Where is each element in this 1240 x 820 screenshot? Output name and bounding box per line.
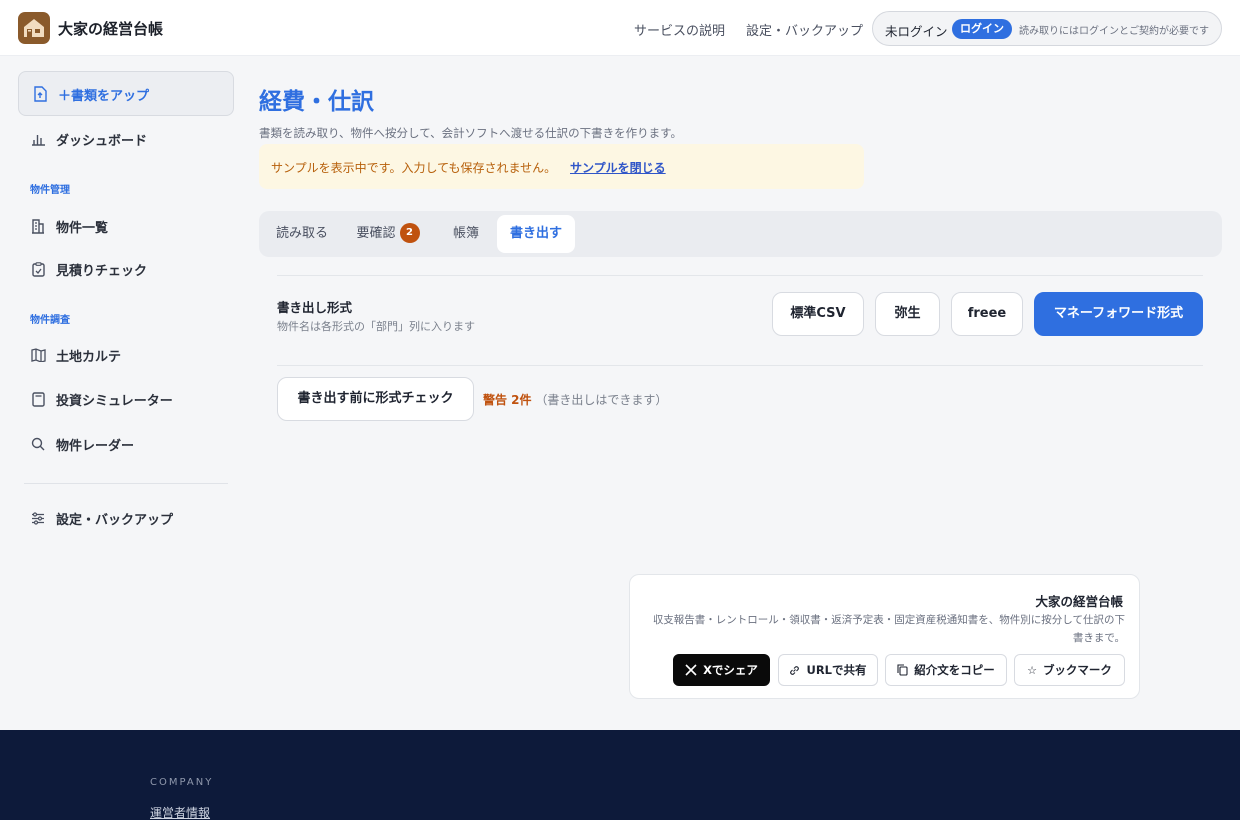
footer-operator-info-link[interactable]: 運営者情報 (150, 804, 210, 820)
sliders-icon (30, 510, 46, 526)
format-freee-button[interactable]: freee (951, 292, 1023, 336)
share-x-button[interactable]: Xでシェア (673, 654, 770, 686)
login-status: 未ログイン (885, 24, 948, 39)
upload-documents-button[interactable]: ＋書類をアップ (18, 71, 234, 116)
copy-intro-button[interactable]: 紹介文をコピー (885, 654, 1007, 686)
close-sample-link[interactable]: サンプルを閉じる (570, 159, 666, 176)
app-name[interactable]: 大家の経営台帳 (58, 18, 163, 39)
tab-read[interactable]: 読み取る (267, 215, 337, 253)
sidebar-divider (24, 483, 228, 484)
tab-ledger[interactable]: 帳簿 (443, 215, 489, 253)
sidebar-item-property-radar[interactable]: 物件レーダー (30, 432, 134, 456)
sidebar-group-property-management: 物件管理 (30, 185, 70, 196)
section-divider (277, 365, 1203, 366)
sidebar-item-estimate-check[interactable]: 見積りチェック (30, 257, 147, 281)
sample-notice-text: サンプルを表示中です。入力しても保存されません。 (271, 161, 557, 175)
footer-section-label: COMPANY (150, 777, 214, 788)
tab-export[interactable]: 書き出す (497, 215, 575, 253)
sidebar-item-land-chart[interactable]: 土地カルテ (30, 343, 121, 367)
tab-needs-review[interactable]: 要確認 2 (349, 215, 427, 253)
clipboard-check-icon (30, 261, 46, 277)
link-icon (790, 665, 800, 675)
sidebar-item-settings[interactable]: 設定・バックアップ (30, 506, 173, 530)
file-upload-icon (33, 86, 47, 106)
share-card: 大家の経営台帳 収支報告書・レントロール・領収書・返済予定表・固定資産税通知書を… (629, 574, 1140, 699)
upload-documents-label: ＋書類をアップ (58, 89, 150, 104)
export-format-title: 書き出し形式 (277, 300, 353, 315)
format-yayoi-button[interactable]: 弥生 (875, 292, 940, 336)
bar-chart-icon (30, 131, 46, 147)
review-count-badge: 2 (399, 222, 420, 243)
share-card-description: 収支報告書・レントロール・領収書・返済予定表・固定資産税通知書を、物件別に按分し… (652, 614, 1125, 644)
format-moneyforward-button[interactable]: マネーフォワード形式 (1034, 292, 1203, 336)
share-url-button[interactable]: URLで共有 (778, 654, 878, 686)
warning-count: 警告 2件 (483, 393, 532, 407)
calculator-icon (30, 391, 46, 407)
format-warning: 警告 2件 （書き出しはできます） (483, 391, 667, 408)
building-icon (30, 218, 46, 234)
sidebar-item-property-list[interactable]: 物件一覧 (30, 214, 108, 238)
nav-settings-backup[interactable]: 設定・バックアップ (746, 20, 863, 39)
nav-service-description[interactable]: サービスの説明 (634, 20, 725, 39)
house-icon (24, 19, 44, 37)
app-header: 大家の経営台帳 サービスの説明 設定・バックアップ 未ログイン ログイン 読み取… (0, 0, 1240, 56)
sample-notice: サンプルを表示中です。入力しても保存されません。 サンプルを閉じる (259, 144, 864, 189)
export-format-subtitle: 物件名は各形式の「部門」列に入ります (277, 320, 475, 333)
page-title: 経費・仕訳 (259, 89, 374, 115)
sidebar-group-property-research: 物件調査 (30, 315, 70, 326)
sidebar-item-dashboard[interactable]: ダッシュボード (30, 127, 147, 151)
map-icon (30, 347, 46, 363)
tab-bar: 読み取る 要確認 2 帳簿 書き出す (259, 211, 1222, 257)
copy-icon (897, 664, 908, 676)
format-standard-csv-button[interactable]: 標準CSV (772, 292, 864, 336)
login-note: 読み取りにはログインとご契約が必要です (1019, 26, 1209, 37)
share-card-title: 大家の経営台帳 (1035, 594, 1123, 609)
site-footer: COMPANY 運営者情報 (0, 730, 1240, 820)
login-button[interactable]: ログイン (952, 19, 1012, 39)
login-panel: 未ログイン ログイン 読み取りにはログインとご契約が必要です (872, 11, 1222, 46)
x-logo-icon (685, 664, 697, 676)
section-divider (277, 275, 1203, 276)
bookmark-button[interactable]: ☆ ブックマーク (1014, 654, 1125, 686)
search-icon (30, 436, 46, 452)
warning-note: （書き出しはできます） (535, 393, 668, 407)
format-check-button[interactable]: 書き出す前に形式チェック (277, 377, 474, 421)
app-logo[interactable] (18, 12, 50, 44)
star-icon: ☆ (1027, 663, 1037, 677)
page-description: 書類を読み取り、物件へ按分して、会計ソフトへ渡せる仕訳の下書きを作ります。 (259, 126, 682, 140)
sidebar-item-investment-simulator[interactable]: 投資シミュレーター (30, 387, 173, 411)
